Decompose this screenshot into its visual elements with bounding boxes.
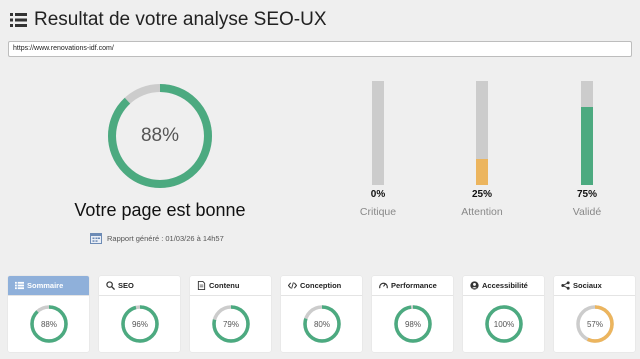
card-title: Conception	[300, 281, 342, 290]
card-performance[interactable]: Performance 98%	[372, 276, 453, 352]
level-bar-fill	[581, 107, 593, 185]
level-percent: 0%	[370, 189, 386, 200]
card-title: SEO	[118, 281, 134, 290]
card-score-value: 98%	[404, 319, 421, 329]
card-accessibilite[interactable]: Accessibilité 100%	[463, 276, 544, 352]
url-field[interactable]: https://www.renovations-idf.com/	[8, 41, 632, 57]
card-title: Sociaux	[573, 281, 602, 290]
report-date: Rapport généré : 01/03/26 à 14h57	[107, 233, 224, 243]
document-icon	[197, 281, 206, 290]
level-bar-track	[372, 81, 384, 185]
card-title: Contenu	[209, 281, 240, 290]
card-score-value: 80%	[313, 319, 330, 329]
seo-search-icon	[106, 281, 115, 290]
level-label: Validé	[572, 206, 602, 218]
list-icon	[10, 13, 27, 27]
card-score-value: 79%	[222, 319, 239, 329]
card-seo[interactable]: SEO 96%	[99, 276, 180, 352]
card-score-value: 100%	[493, 319, 515, 329]
report-info: Rapport généré : 01/03/26 à 14h57	[90, 232, 224, 244]
level-label: Attention	[461, 206, 503, 218]
card-title: Sommaire	[27, 281, 64, 290]
verdict-text: Votre page est bonne	[74, 200, 246, 220]
level-valide: 75% Validé	[557, 81, 617, 218]
page-title: Resultat de votre analyse SEO-UX	[34, 9, 327, 30]
level-bar-track	[581, 81, 593, 185]
card-sommaire[interactable]: Sommaire 88%	[8, 276, 89, 352]
card-title: Accessibilité	[482, 281, 528, 290]
user-circle-icon	[470, 281, 479, 290]
card-score-value: 57%	[586, 319, 603, 329]
card-conception[interactable]: Conception 80%	[281, 276, 362, 352]
card-header[interactable]: Sociaux	[554, 276, 635, 296]
level-percent: 75%	[576, 189, 597, 200]
level-attention: 25% Attention	[452, 81, 512, 218]
code-icon	[288, 282, 297, 289]
speedometer-icon	[379, 282, 388, 289]
card-contenu[interactable]: Contenu 79%	[190, 276, 271, 352]
card-header[interactable]: Sommaire	[8, 276, 89, 296]
calendar-icon	[90, 233, 102, 244]
list-icon	[15, 281, 24, 290]
card-header[interactable]: Conception	[281, 276, 362, 296]
level-label: Critique	[359, 206, 397, 218]
level-bar-fill	[476, 159, 488, 185]
level-bar-track	[476, 81, 488, 185]
page-header: Resultat de votre analyse SEO-UX	[10, 8, 327, 32]
share-icon	[561, 281, 570, 290]
card-header[interactable]: SEO	[99, 276, 180, 296]
card-header[interactable]: Accessibilité	[463, 276, 544, 296]
card-header[interactable]: Contenu	[190, 276, 271, 296]
level-critique: 0% Critique	[348, 81, 408, 218]
main-score-value: 88%	[140, 125, 180, 146]
card-sociaux[interactable]: Sociaux 57%	[554, 276, 635, 352]
card-score-value: 88%	[40, 319, 57, 329]
card-header[interactable]: Performance	[372, 276, 453, 296]
card-title: Performance	[391, 281, 437, 290]
level-percent: 25%	[471, 189, 492, 200]
card-score-value: 96%	[131, 319, 148, 329]
